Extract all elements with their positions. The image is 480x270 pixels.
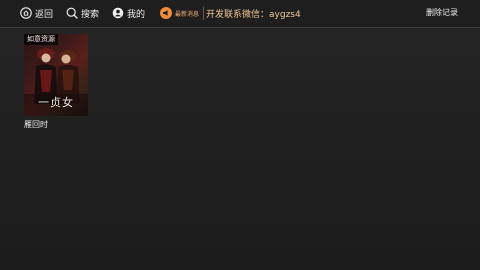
top-bar: 返回 搜索 我的 最新消息 开发联系微信：aygzs4 删除记录	[0, 0, 480, 28]
home-icon	[20, 7, 32, 19]
poster-title: 一贞女	[38, 96, 74, 109]
source-badge: 如意资源	[24, 34, 58, 45]
news-ticker-text: 开发联系微信：aygzs4	[203, 6, 306, 20]
search-label: 搜索	[81, 9, 100, 20]
megaphone-icon	[160, 7, 172, 19]
mine-button[interactable]: 我的	[112, 5, 145, 21]
news-ticker[interactable]: 最新消息 开发联系微信：aygzs4	[160, 5, 306, 21]
back-button[interactable]: 返回	[20, 5, 53, 21]
mine-label: 我的	[127, 9, 146, 20]
search-icon	[66, 7, 78, 19]
user-icon	[112, 7, 124, 19]
item-title: 雁回时	[24, 120, 48, 129]
poster-image[interactable]: 如意资源 一贞女	[24, 34, 88, 116]
delete-record-button[interactable]: 删除记录	[426, 7, 458, 18]
history-item[interactable]: 如意资源 一贞女 雁回时	[24, 34, 88, 130]
search-button[interactable]: 搜索	[66, 5, 99, 21]
back-label: 返回	[35, 9, 54, 20]
news-tag: 最新消息	[175, 10, 200, 18]
